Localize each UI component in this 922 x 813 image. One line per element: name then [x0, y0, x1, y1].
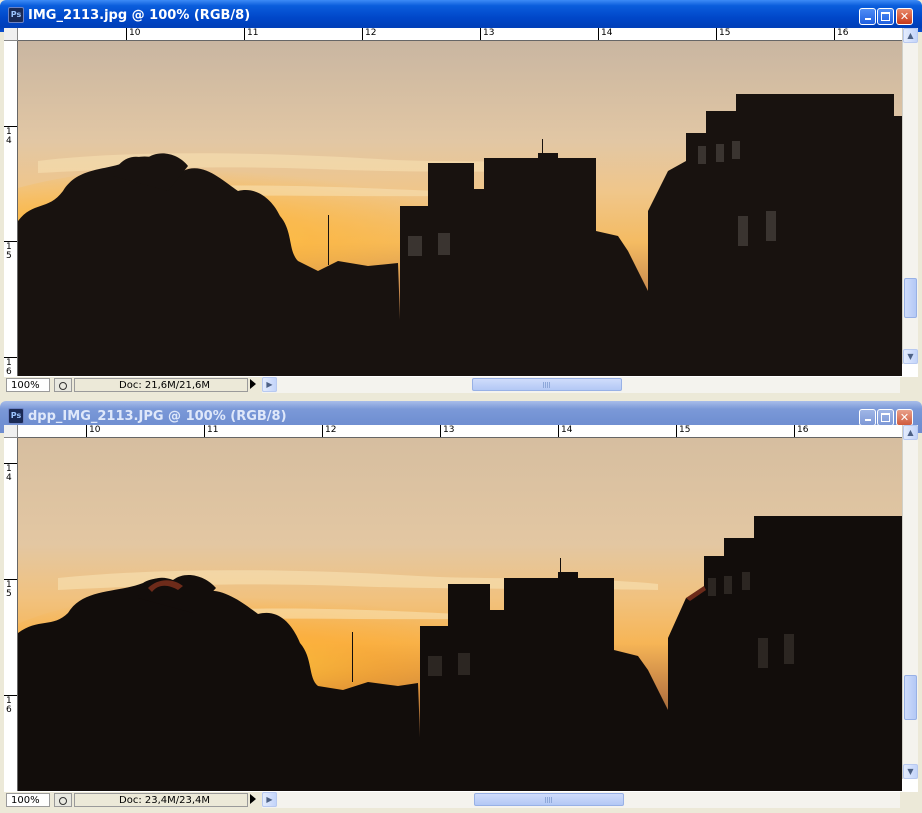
ruler-label: 11 [207, 425, 219, 435]
scroll-up-button[interactable]: ▲ [903, 28, 918, 43]
ruler-origin[interactable] [4, 28, 18, 41]
ruler-ticks [4, 463, 17, 696]
scroll-up-button[interactable]: ▲ [903, 425, 918, 440]
minimize-icon [864, 419, 871, 421]
ruler-label: 14 [601, 28, 613, 38]
ruler-label: 13 [483, 28, 495, 38]
ruler-label: 12 [325, 425, 337, 435]
document-window-img-2113[interactable]: Ps IMG_2113.jpg @ 100% (RGB/8) ✕ 10 11 1… [0, 0, 922, 398]
document-size-info: Doc: 23,4M/23,4M [74, 793, 248, 807]
ruler-label: 16 [797, 425, 809, 435]
close-button[interactable]: ✕ [896, 409, 913, 426]
ruler-label: 10 [89, 425, 101, 435]
minimize-icon [864, 18, 871, 20]
ruler-label: 1 4 [6, 127, 12, 146]
ruler-label: 1 6 [6, 358, 12, 377]
scroll-down-button[interactable]: ▼ [903, 764, 918, 779]
photo-sunset-skyline [18, 41, 902, 377]
navigator-button[interactable] [54, 378, 72, 392]
image-canvas[interactable] [18, 438, 902, 792]
ruler-ticks [126, 28, 835, 40]
photoshop-doc-icon: Ps [8, 408, 24, 424]
horizontal-ruler[interactable]: 10 11 12 13 14 15 16 [18, 425, 902, 438]
horizontal-ruler[interactable]: 10 11 12 13 14 15 16 [18, 28, 902, 41]
vertical-scrollbar[interactable]: ▲ ▼ [902, 28, 918, 364]
window-title: dpp_IMG_2113.JPG @ 100% (RGB/8) [28, 409, 287, 424]
ruler-ticks [4, 126, 17, 358]
scroll-down-icon: ▼ [907, 352, 914, 361]
close-icon: ✕ [899, 411, 910, 424]
close-icon: ✕ [899, 10, 910, 23]
horizontal-scrollbar[interactable]: ◀ ▶ [262, 792, 900, 808]
maximize-icon [881, 413, 890, 422]
scroll-down-icon: ▼ [907, 767, 914, 776]
document-frame: 10 11 12 13 14 15 16 1 4 1 5 1 6 ▲ ▼ 100… [4, 425, 918, 809]
vertical-ruler[interactable]: 1 4 1 5 1 6 [4, 41, 18, 377]
scroll-thumb[interactable] [904, 675, 917, 720]
minimize-button[interactable] [859, 409, 876, 426]
vertical-scrollbar[interactable]: ▲ ▼ [902, 425, 918, 779]
zoom-level-field[interactable]: 100% [6, 378, 50, 392]
ruler-label: 1 5 [6, 580, 12, 599]
scroll-thumb[interactable] [472, 378, 622, 391]
horizontal-scrollbar[interactable]: ◀ ▶ [262, 377, 900, 393]
maximize-icon [881, 12, 890, 21]
status-menu-arrow-icon[interactable] [250, 379, 256, 389]
navigator-button[interactable] [54, 793, 72, 807]
scroll-right-icon: ▶ [266, 380, 273, 389]
ruler-origin[interactable] [4, 425, 18, 438]
scroll-grip-icon [543, 382, 551, 388]
ruler-label: 12 [365, 28, 377, 38]
scroll-right-button[interactable]: ▶ [262, 377, 277, 392]
ruler-label: 14 [561, 425, 573, 435]
navigator-icon [59, 382, 67, 390]
ruler-ticks [86, 425, 795, 437]
status-bar: 100% Doc: 23,4M/23,4M ◀ ▶ [4, 791, 918, 809]
status-menu-arrow-icon[interactable] [250, 794, 256, 804]
scroll-grip-icon [545, 797, 553, 803]
scroll-down-button[interactable]: ▼ [903, 349, 918, 364]
ruler-label: 16 [837, 28, 849, 38]
scroll-right-icon: ▶ [266, 795, 273, 804]
maximize-button[interactable] [877, 8, 894, 25]
ruler-label: 1 6 [6, 696, 12, 715]
document-frame: 10 11 12 13 14 15 16 1 4 1 5 1 6 ▲ ▼ 100… [4, 28, 918, 394]
image-canvas[interactable] [18, 41, 902, 377]
scroll-thumb[interactable] [474, 793, 624, 806]
photo-sunset-skyline-processed [18, 438, 902, 792]
ruler-label: 15 [679, 425, 691, 435]
ruler-label: 1 5 [6, 242, 12, 261]
photoshop-doc-icon: Ps [8, 7, 24, 23]
scroll-thumb[interactable] [904, 278, 917, 318]
navigator-icon [59, 797, 67, 805]
status-bar: 100% Doc: 21,6M/21,6M ◀ ▶ [4, 376, 918, 394]
document-window-dpp-img-2113[interactable]: Ps dpp_IMG_2113.JPG @ 100% (RGB/8) ✕ 10 … [0, 401, 922, 813]
document-size-info: Doc: 21,6M/21,6M [74, 378, 248, 392]
ruler-label: 1 4 [6, 464, 12, 483]
scroll-right-button[interactable]: ▶ [262, 792, 277, 807]
minimize-button[interactable] [859, 8, 876, 25]
maximize-button[interactable] [877, 409, 894, 426]
scroll-up-icon: ▲ [907, 31, 914, 40]
ruler-label: 15 [719, 28, 731, 38]
ruler-label: 10 [129, 28, 141, 38]
scroll-up-icon: ▲ [907, 428, 914, 437]
ruler-label: 11 [247, 28, 259, 38]
window-title: IMG_2113.jpg @ 100% (RGB/8) [28, 8, 251, 23]
vertical-ruler[interactable]: 1 4 1 5 1 6 [4, 438, 18, 792]
zoom-level-field[interactable]: 100% [6, 793, 50, 807]
close-button[interactable]: ✕ [896, 8, 913, 25]
ruler-label: 13 [443, 425, 455, 435]
